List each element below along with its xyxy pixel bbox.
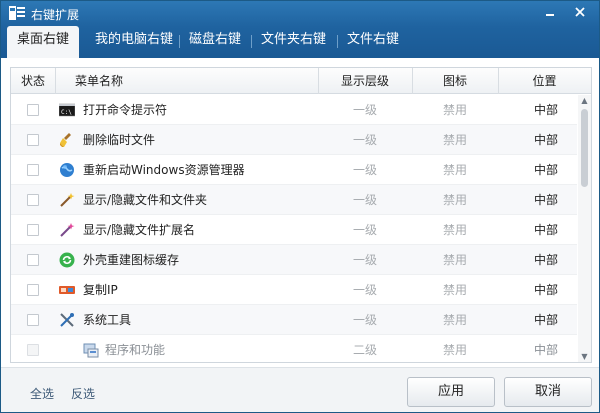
broom-icon bbox=[60, 133, 71, 147]
display-level: 一级 bbox=[352, 223, 377, 237]
refresh-icon bbox=[59, 252, 75, 268]
scroll-down-icon[interactable]: ▼ bbox=[578, 351, 591, 362]
column-icon[interactable]: 图标 bbox=[412, 68, 498, 94]
table-row[interactable]: 显示/隐藏文件扩展名 一级 禁用 中部 bbox=[11, 215, 577, 245]
display-level: 一级 bbox=[352, 283, 377, 297]
tools-icon bbox=[60, 313, 74, 327]
menu-name: 程序和功能 bbox=[105, 343, 166, 357]
status-checkbox[interactable] bbox=[27, 104, 39, 116]
column-display-level[interactable]: 显示层级 bbox=[318, 68, 412, 94]
minimize-button[interactable] bbox=[539, 4, 561, 22]
invert-selection-link[interactable]: 反选 bbox=[71, 385, 95, 402]
table-row[interactable]: 外壳重建图标缓存 一级 禁用 中部 bbox=[11, 245, 577, 275]
tab-desktop[interactable]: 桌面右键 bbox=[7, 26, 80, 58]
window-title: 右键扩展 bbox=[31, 8, 80, 22]
tab-my-computer[interactable]: 我的电脑右键 bbox=[85, 26, 183, 58]
status-checkbox[interactable] bbox=[27, 314, 39, 326]
table-row[interactable]: 程序和功能 二级 禁用 中部 bbox=[11, 335, 577, 362]
magic-wand-icon bbox=[60, 193, 75, 207]
status-checkbox[interactable] bbox=[27, 194, 39, 206]
display-level: 一级 bbox=[352, 163, 377, 177]
display-level: 一级 bbox=[352, 133, 377, 147]
header: 右键扩展 桌面右键 我的电脑右键 磁盘右键 文件夹右键 文件右键 bbox=[1, 1, 599, 58]
app-menu-icon bbox=[9, 6, 25, 20]
display-level: 二级 bbox=[352, 343, 377, 357]
icon-status: 禁用 bbox=[442, 253, 467, 267]
icon-status: 禁用 bbox=[442, 283, 467, 297]
table-row[interactable]: 复制IP 一级 禁用 中部 bbox=[11, 275, 577, 305]
table-row[interactable]: 重新启动Windows资源管理器 一级 禁用 中部 bbox=[11, 155, 577, 185]
scroll-up-icon[interactable]: ▲ bbox=[578, 95, 591, 107]
icon-status: 禁用 bbox=[442, 343, 467, 357]
status-checkbox[interactable] bbox=[27, 284, 39, 296]
close-icon bbox=[575, 7, 585, 17]
icon-status: 禁用 bbox=[442, 223, 467, 237]
icon-status: 禁用 bbox=[442, 103, 467, 117]
table-row[interactable]: 删除临时文件 一级 禁用 中部 bbox=[11, 125, 577, 155]
display-level: 一级 bbox=[352, 313, 377, 327]
footer: 全选 反选 应用 取消 bbox=[1, 367, 599, 412]
right-click-extension-window: 右键扩展 桌面右键 我的电脑右键 磁盘右键 文件夹右键 文件右键 状态 菜单名称… bbox=[0, 0, 600, 413]
menu-name: 重新启动Windows资源管理器 bbox=[83, 163, 245, 177]
close-button[interactable] bbox=[569, 4, 591, 22]
menu-name: 外壳重建图标缓存 bbox=[83, 253, 180, 267]
status-checkbox[interactable] bbox=[27, 344, 39, 356]
tab-folder[interactable]: 文件夹右键 bbox=[251, 26, 336, 58]
table-header: 状态 菜单名称 显示层级 图标 位置 bbox=[11, 68, 591, 94]
icon-status: 禁用 bbox=[442, 193, 467, 207]
column-menu-name[interactable]: 菜单名称 bbox=[55, 68, 143, 94]
cmd-icon: C:\ bbox=[59, 103, 75, 117]
menu-table: 状态 菜单名称 显示层级 图标 位置 C:\ 打开命令提示符 一级 禁用 中部 … bbox=[10, 67, 592, 363]
minimize-icon bbox=[546, 14, 554, 16]
scroll-thumb[interactable] bbox=[581, 109, 588, 187]
status-checkbox[interactable] bbox=[27, 134, 39, 146]
programs-icon bbox=[83, 343, 99, 358]
menu-name: 显示/隐藏文件和文件夹 bbox=[83, 193, 208, 207]
icon-status: 禁用 bbox=[442, 133, 467, 147]
copy-ip-icon bbox=[59, 286, 75, 294]
select-all-link[interactable]: 全选 bbox=[30, 385, 54, 402]
apply-button[interactable]: 应用 bbox=[407, 377, 495, 407]
table-row[interactable]: 显示/隐藏文件和文件夹 一级 禁用 中部 bbox=[11, 185, 577, 215]
status-checkbox[interactable] bbox=[27, 164, 39, 176]
column-position[interactable]: 位置 bbox=[498, 68, 591, 94]
svg-text:C:\: C:\ bbox=[61, 109, 72, 116]
magic-wand-pink-icon bbox=[60, 223, 75, 237]
display-level: 一级 bbox=[352, 193, 377, 207]
cancel-button[interactable]: 取消 bbox=[504, 377, 592, 407]
menu-name: 显示/隐藏文件扩展名 bbox=[83, 223, 196, 237]
icon-status: 禁用 bbox=[442, 313, 467, 327]
menu-name: 系统工具 bbox=[83, 313, 132, 327]
menu-name: 删除临时文件 bbox=[83, 133, 156, 147]
globe-icon bbox=[60, 163, 74, 177]
column-status[interactable]: 状态 bbox=[11, 68, 55, 94]
icon-status: 禁用 bbox=[442, 163, 467, 177]
title-bar: 右键扩展 bbox=[1, 1, 599, 25]
menu-name: 打开命令提示符 bbox=[83, 103, 168, 117]
menu-name: 复制IP bbox=[83, 283, 118, 297]
table-row[interactable]: C:\ 打开命令提示符 一级 禁用 中部 bbox=[11, 95, 577, 125]
display-level: 一级 bbox=[352, 103, 377, 117]
status-checkbox[interactable] bbox=[27, 224, 39, 236]
tab-disk[interactable]: 磁盘右键 bbox=[179, 26, 251, 58]
tab-bar: 桌面右键 我的电脑右键 磁盘右键 文件夹右键 文件右键 bbox=[7, 26, 597, 58]
tab-file[interactable]: 文件右键 bbox=[337, 26, 409, 58]
status-checkbox[interactable] bbox=[27, 254, 39, 266]
display-level: 一级 bbox=[352, 253, 377, 267]
vertical-scrollbar[interactable]: ▲ ▼ bbox=[578, 95, 591, 362]
table-row[interactable]: 系统工具 一级 禁用 中部 bbox=[11, 305, 577, 335]
